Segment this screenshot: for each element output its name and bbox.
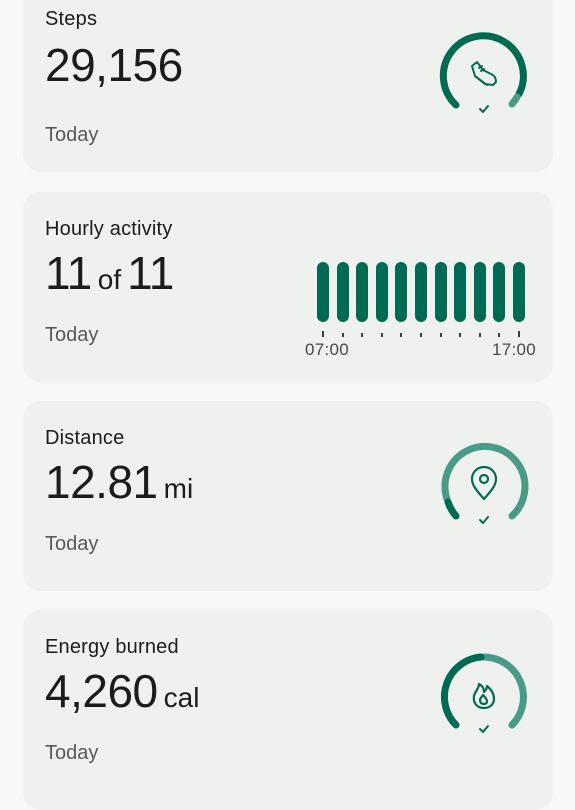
hourly-start-label: 07:00 <box>305 340 350 359</box>
energy-progress-ring <box>440 653 527 733</box>
energy-number: 4,260 <box>45 665 158 717</box>
steps-subtitle: Today <box>45 124 99 146</box>
hourly-activity-card[interactable]: Hourly activity 11 of 11 Today 07:00 17:00 <box>23 192 553 382</box>
distance-value: 12.81 mi <box>45 459 193 505</box>
hourly-tick <box>459 333 462 337</box>
hourly-bar <box>513 262 525 322</box>
hourly-tick <box>498 333 501 337</box>
hourly-tick <box>439 333 442 337</box>
steps-progress-ring <box>439 32 527 113</box>
location-pin-icon <box>470 465 498 501</box>
hourly-tick <box>518 331 520 337</box>
check-icon <box>479 516 489 524</box>
hourly-total: 11 <box>127 247 174 299</box>
hourly-count: 11 <box>45 247 92 299</box>
hourly-bar-chart <box>317 262 535 337</box>
flame-icon <box>472 682 496 710</box>
hourly-bar <box>454 262 467 322</box>
hourly-tick <box>380 333 383 337</box>
energy-value: 4,260 cal <box>45 668 199 714</box>
hourly-bar <box>395 262 408 322</box>
hourly-bar <box>356 262 369 322</box>
hourly-tick <box>341 333 344 337</box>
hourly-tick <box>361 333 364 337</box>
hourly-value: 11 of 11 <box>45 250 174 296</box>
hourly-bar <box>375 262 388 322</box>
hourly-subtitle: Today <box>45 324 99 346</box>
energy-subtitle: Today <box>45 742 99 764</box>
energy-unit: cal <box>163 682 200 713</box>
distance-number: 12.81 <box>45 456 158 508</box>
distance-title: Distance <box>45 427 125 449</box>
hourly-bar <box>317 262 329 322</box>
distance-card[interactable]: Distance 12.81 mi Today <box>23 401 553 591</box>
steps-value: 29,156 <box>45 39 183 91</box>
check-icon <box>479 725 489 733</box>
steps-card[interactable]: Steps 29,156 Today <box>23 0 553 172</box>
steps-title: Steps <box>45 8 98 30</box>
distance-subtitle: Today <box>45 533 99 555</box>
distance-progress-ring <box>441 443 529 524</box>
hourly-tick <box>420 333 422 337</box>
hourly-tick <box>400 333 403 337</box>
distance-unit: mi <box>163 473 194 504</box>
hourly-title: Hourly activity <box>45 218 173 240</box>
hourly-tick <box>478 333 481 337</box>
hourly-tick <box>322 331 324 337</box>
energy-card[interactable]: Energy burned 4,260 cal Today <box>23 610 553 810</box>
hourly-bar <box>415 262 427 322</box>
hourly-end-label: 17:00 <box>492 340 537 359</box>
hourly-bar <box>336 262 349 322</box>
energy-title: Energy burned <box>45 636 179 658</box>
hourly-bar <box>473 262 486 322</box>
hourly-bar <box>493 262 506 322</box>
hourly-of-word: of <box>97 264 122 295</box>
check-icon <box>479 105 489 113</box>
hourly-bar <box>434 262 447 322</box>
shoe-icon <box>471 61 497 86</box>
